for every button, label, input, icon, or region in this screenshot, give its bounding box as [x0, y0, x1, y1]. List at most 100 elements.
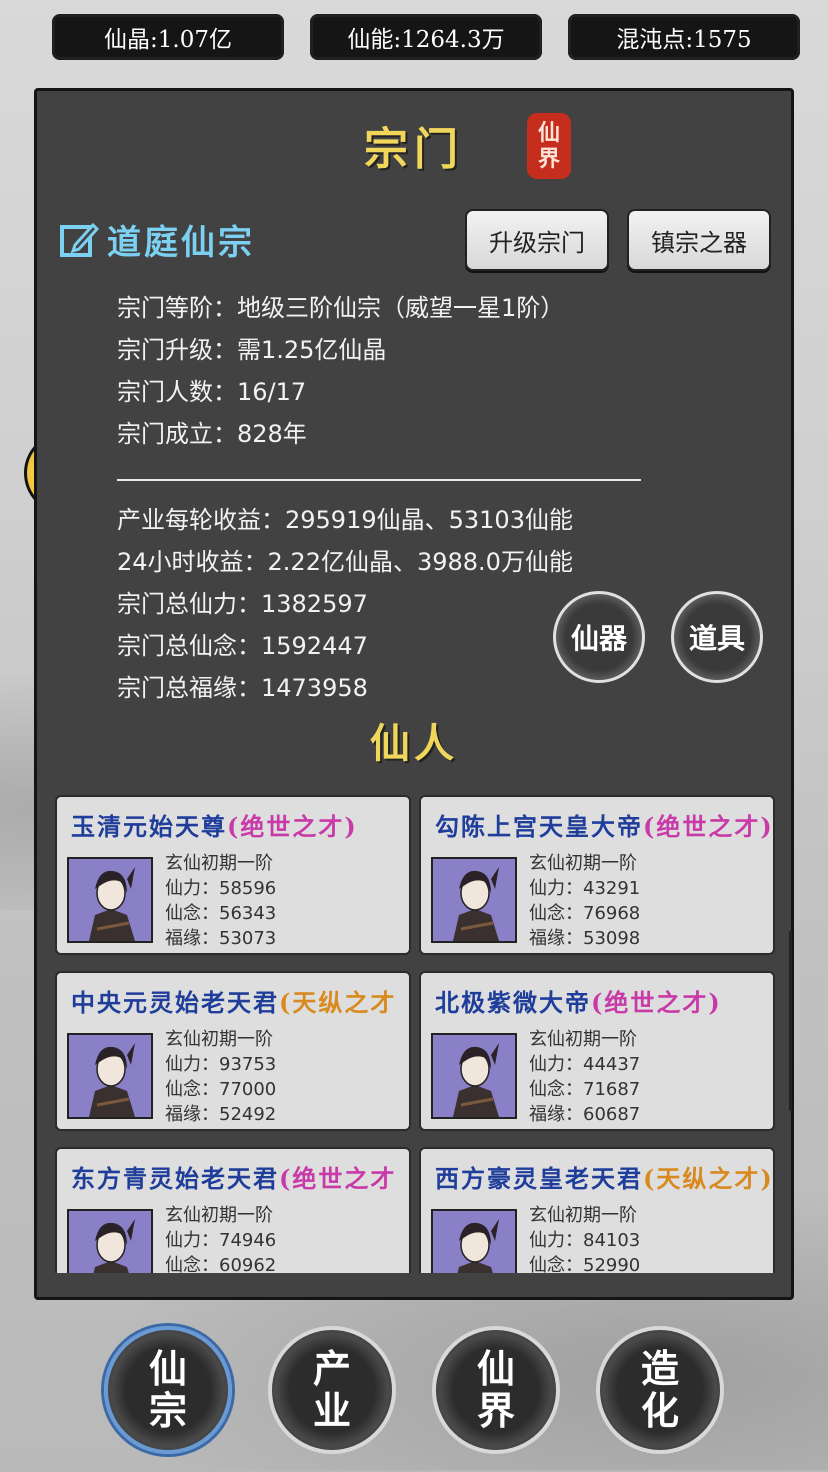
nav-realm-l2: 界 — [476, 1388, 515, 1433]
immortal-power: 仙力：58596 — [165, 878, 277, 899]
immortal-card[interactable]: 西方豪灵皇老天君(天纵之才) 玄仙初期一阶 仙力：84103 仙念：52990 — [419, 1147, 775, 1273]
energy-resource-label: 仙能:1264.3万 — [347, 27, 505, 53]
edit-icon[interactable] — [59, 219, 100, 259]
chaos-resource: 混沌点:1575 — [568, 14, 800, 60]
immortals-title: 仙人 — [370, 720, 458, 767]
immortal-mind: 仙念：56343 — [165, 903, 277, 924]
divider — [117, 479, 641, 481]
scrollbar[interactable] — [789, 931, 792, 1111]
immortal-name: 西方豪灵皇老天君(天纵之才) — [435, 1159, 774, 1194]
immortal-portrait — [67, 857, 153, 943]
immortal-tier: (天纵之才) — [643, 1164, 774, 1193]
immortal-name-text: 北极紫微大帝 — [435, 988, 591, 1017]
seal-stamp: 仙 界 — [527, 113, 571, 179]
immortal-stats: 玄仙初期一阶 仙力：43291 仙念：76968 福缘：53098 — [529, 851, 640, 951]
immortal-realm: 玄仙初期一阶 — [529, 853, 637, 874]
nav-creation-l1: 造 — [640, 1346, 679, 1391]
immortal-tier: (绝世之才) — [643, 812, 774, 841]
daily-income: 24小时收益：2.22亿仙晶、3988.0万仙能 — [117, 548, 573, 576]
sect-rank: 宗门等阶：地级三阶仙宗（威望一星1阶） — [117, 294, 565, 322]
immortal-power: 仙力：93753 — [165, 1054, 277, 1075]
immortal-mind: 仙念：52990 — [529, 1255, 641, 1273]
immortal-card[interactable]: 玉清元始天尊(绝世之才) 玄仙初期一阶 仙力：58596 仙念：56343 福缘：530… — [55, 795, 411, 955]
immortal-power: 仙力：84103 — [529, 1230, 641, 1251]
energy-resource: 仙能:1264.3万 — [310, 14, 542, 60]
immortal-realm: 玄仙初期一阶 — [529, 1029, 637, 1050]
total-mind: 宗门总仙念：1592447 — [117, 632, 368, 660]
immortal-portrait — [431, 857, 517, 943]
immortal-stats: 玄仙初期一阶 仙力：44437 仙念：71687 福缘：60687 — [529, 1027, 640, 1127]
immortal-portrait — [431, 1209, 517, 1273]
nav-industry-l2: 业 — [312, 1388, 351, 1433]
immortal-name: 东方青灵始老天君(绝世之才 — [71, 1159, 396, 1194]
immortal-name: 中央元灵始老天君(天纵之才 — [71, 983, 396, 1018]
immortal-mind: 仙念：60962 — [165, 1255, 277, 1273]
items-button[interactable]: 道具 — [671, 591, 763, 683]
immortal-card[interactable]: 东方青灵始老天君(绝世之才 玄仙初期一阶 仙力：74946 仙念：60962 — [55, 1147, 411, 1273]
immortal-name-text: 勾陈上宫天皇大帝 — [435, 812, 643, 841]
immortal-tier: (天纵之才 — [279, 988, 397, 1017]
immortal-stats: 玄仙初期一阶 仙力：84103 仙念：52990 — [529, 1203, 640, 1273]
sect-name-row[interactable]: 道庭仙宗 — [59, 215, 255, 263]
sect-info-bottom: 产业每轮收益：295919仙晶、53103仙能 24小时收益：2.22亿仙晶、3… — [117, 499, 573, 709]
immortal-luck: 福缘：53073 — [165, 928, 277, 949]
immortal-card[interactable]: 中央元灵始老天君(天纵之才 玄仙初期一阶 仙力：93753 仙念：77000 福缘：52… — [55, 971, 411, 1131]
sect-founded: 宗门成立：828年 — [117, 420, 307, 448]
immortal-portrait — [67, 1033, 153, 1119]
immortal-card[interactable]: 勾陈上宫天皇大帝(绝世之才) 玄仙初期一阶 仙力：43291 仙念：76968 福缘：5… — [419, 795, 775, 955]
immortal-name: 北极紫微大帝(绝世之才) — [435, 983, 722, 1018]
crystal-resource: 仙晶:1.07亿 — [52, 14, 284, 60]
nav-industry-l1: 产 — [312, 1346, 351, 1391]
nav-industry-button[interactable]: 产业 — [268, 1326, 396, 1454]
nav-realm-l1: 仙 — [476, 1346, 515, 1391]
immortal-stats: 玄仙初期一阶 仙力：74946 仙念：60962 — [165, 1203, 276, 1273]
nav-sect-button[interactable]: 仙宗 — [104, 1326, 232, 1454]
immortal-portrait — [67, 1209, 153, 1273]
nav-creation-button[interactable]: 造化 — [596, 1326, 724, 1454]
immortal-luck: 福缘：52492 — [165, 1104, 277, 1125]
chaos-resource-label: 混沌点:1575 — [616, 27, 752, 53]
sect-upgrade-cost: 宗门升级：需1.25亿仙晶 — [117, 336, 387, 364]
industry-income: 产业每轮收益：295919仙晶、53103仙能 — [117, 506, 573, 534]
immortal-power: 仙力：44437 — [529, 1054, 641, 1075]
immortal-name-text: 东方青灵始老天君 — [71, 1164, 279, 1193]
immortal-realm: 玄仙初期一阶 — [165, 1205, 273, 1226]
nav-sect-l2: 宗 — [148, 1388, 187, 1433]
immortal-name: 玉清元始天尊(绝世之才) — [71, 807, 358, 842]
crystal-resource-label: 仙晶:1.07亿 — [104, 27, 232, 53]
immortal-tier: (绝世之才) — [591, 988, 722, 1017]
immortal-realm: 玄仙初期一阶 — [529, 1205, 637, 1226]
nav-sect-l1: 仙 — [148, 1346, 187, 1391]
sect-info-top: 宗门等阶：地级三阶仙宗（威望一星1阶） 宗门升级：需1.25亿仙晶 宗门人数：1… — [117, 287, 564, 455]
immortal-realm: 玄仙初期一阶 — [165, 1029, 273, 1050]
immortal-name-text: 玉清元始天尊 — [71, 812, 227, 841]
immortal-power: 仙力：74946 — [165, 1230, 277, 1251]
immortal-realm: 玄仙初期一阶 — [165, 853, 273, 874]
immortal-mind: 仙念：76968 — [529, 903, 641, 924]
immortal-tier: (绝世之才 — [279, 1164, 397, 1193]
sect-artifact-button[interactable]: 镇宗之器 — [627, 209, 771, 271]
sect-members: 宗门人数：16/17 — [117, 378, 307, 406]
immortal-tier: (绝世之才) — [227, 812, 358, 841]
immortal-name-text: 中央元灵始老天君 — [71, 988, 279, 1017]
immortal-mind: 仙念：77000 — [165, 1079, 277, 1100]
immortal-stats: 玄仙初期一阶 仙力：58596 仙念：56343 福缘：53073 — [165, 851, 276, 951]
sect-panel: 宗门 仙 界 道庭仙宗 升级宗门 镇宗之器 宗门等阶：地级三阶仙宗（威望一星1阶… — [34, 88, 794, 1300]
nav-realm-button[interactable]: 仙界 — [432, 1326, 560, 1454]
immortal-card[interactable]: 北极紫微大帝(绝世之才) 玄仙初期一阶 仙力：44437 仙念：71687 福缘：606… — [419, 971, 775, 1131]
sect-name: 道庭仙宗 — [107, 222, 255, 263]
total-power: 宗门总仙力：1382597 — [117, 590, 368, 618]
immortals-list[interactable]: 玉清元始天尊(绝世之才) 玄仙初期一阶 仙力：58596 仙念：56343 福缘：530… — [55, 795, 779, 1273]
upgrade-sect-button[interactable]: 升级宗门 — [465, 209, 609, 271]
immortal-name: 勾陈上宫天皇大帝(绝世之才) — [435, 807, 774, 842]
immortal-mind: 仙念：71687 — [529, 1079, 641, 1100]
immortal-luck: 福缘：53098 — [529, 928, 641, 949]
immortal-power: 仙力：43291 — [529, 878, 641, 899]
immortal-weapon-button[interactable]: 仙器 — [553, 591, 645, 683]
nav-creation-l2: 化 — [640, 1388, 679, 1433]
immortal-name-text: 西方豪灵皇老天君 — [435, 1164, 643, 1193]
total-luck: 宗门总福缘：1473958 — [117, 674, 368, 702]
immortal-stats: 玄仙初期一阶 仙力：93753 仙念：77000 福缘：52492 — [165, 1027, 276, 1127]
seal-char-2: 界 — [537, 146, 560, 172]
seal-char-1: 仙 — [537, 120, 560, 146]
